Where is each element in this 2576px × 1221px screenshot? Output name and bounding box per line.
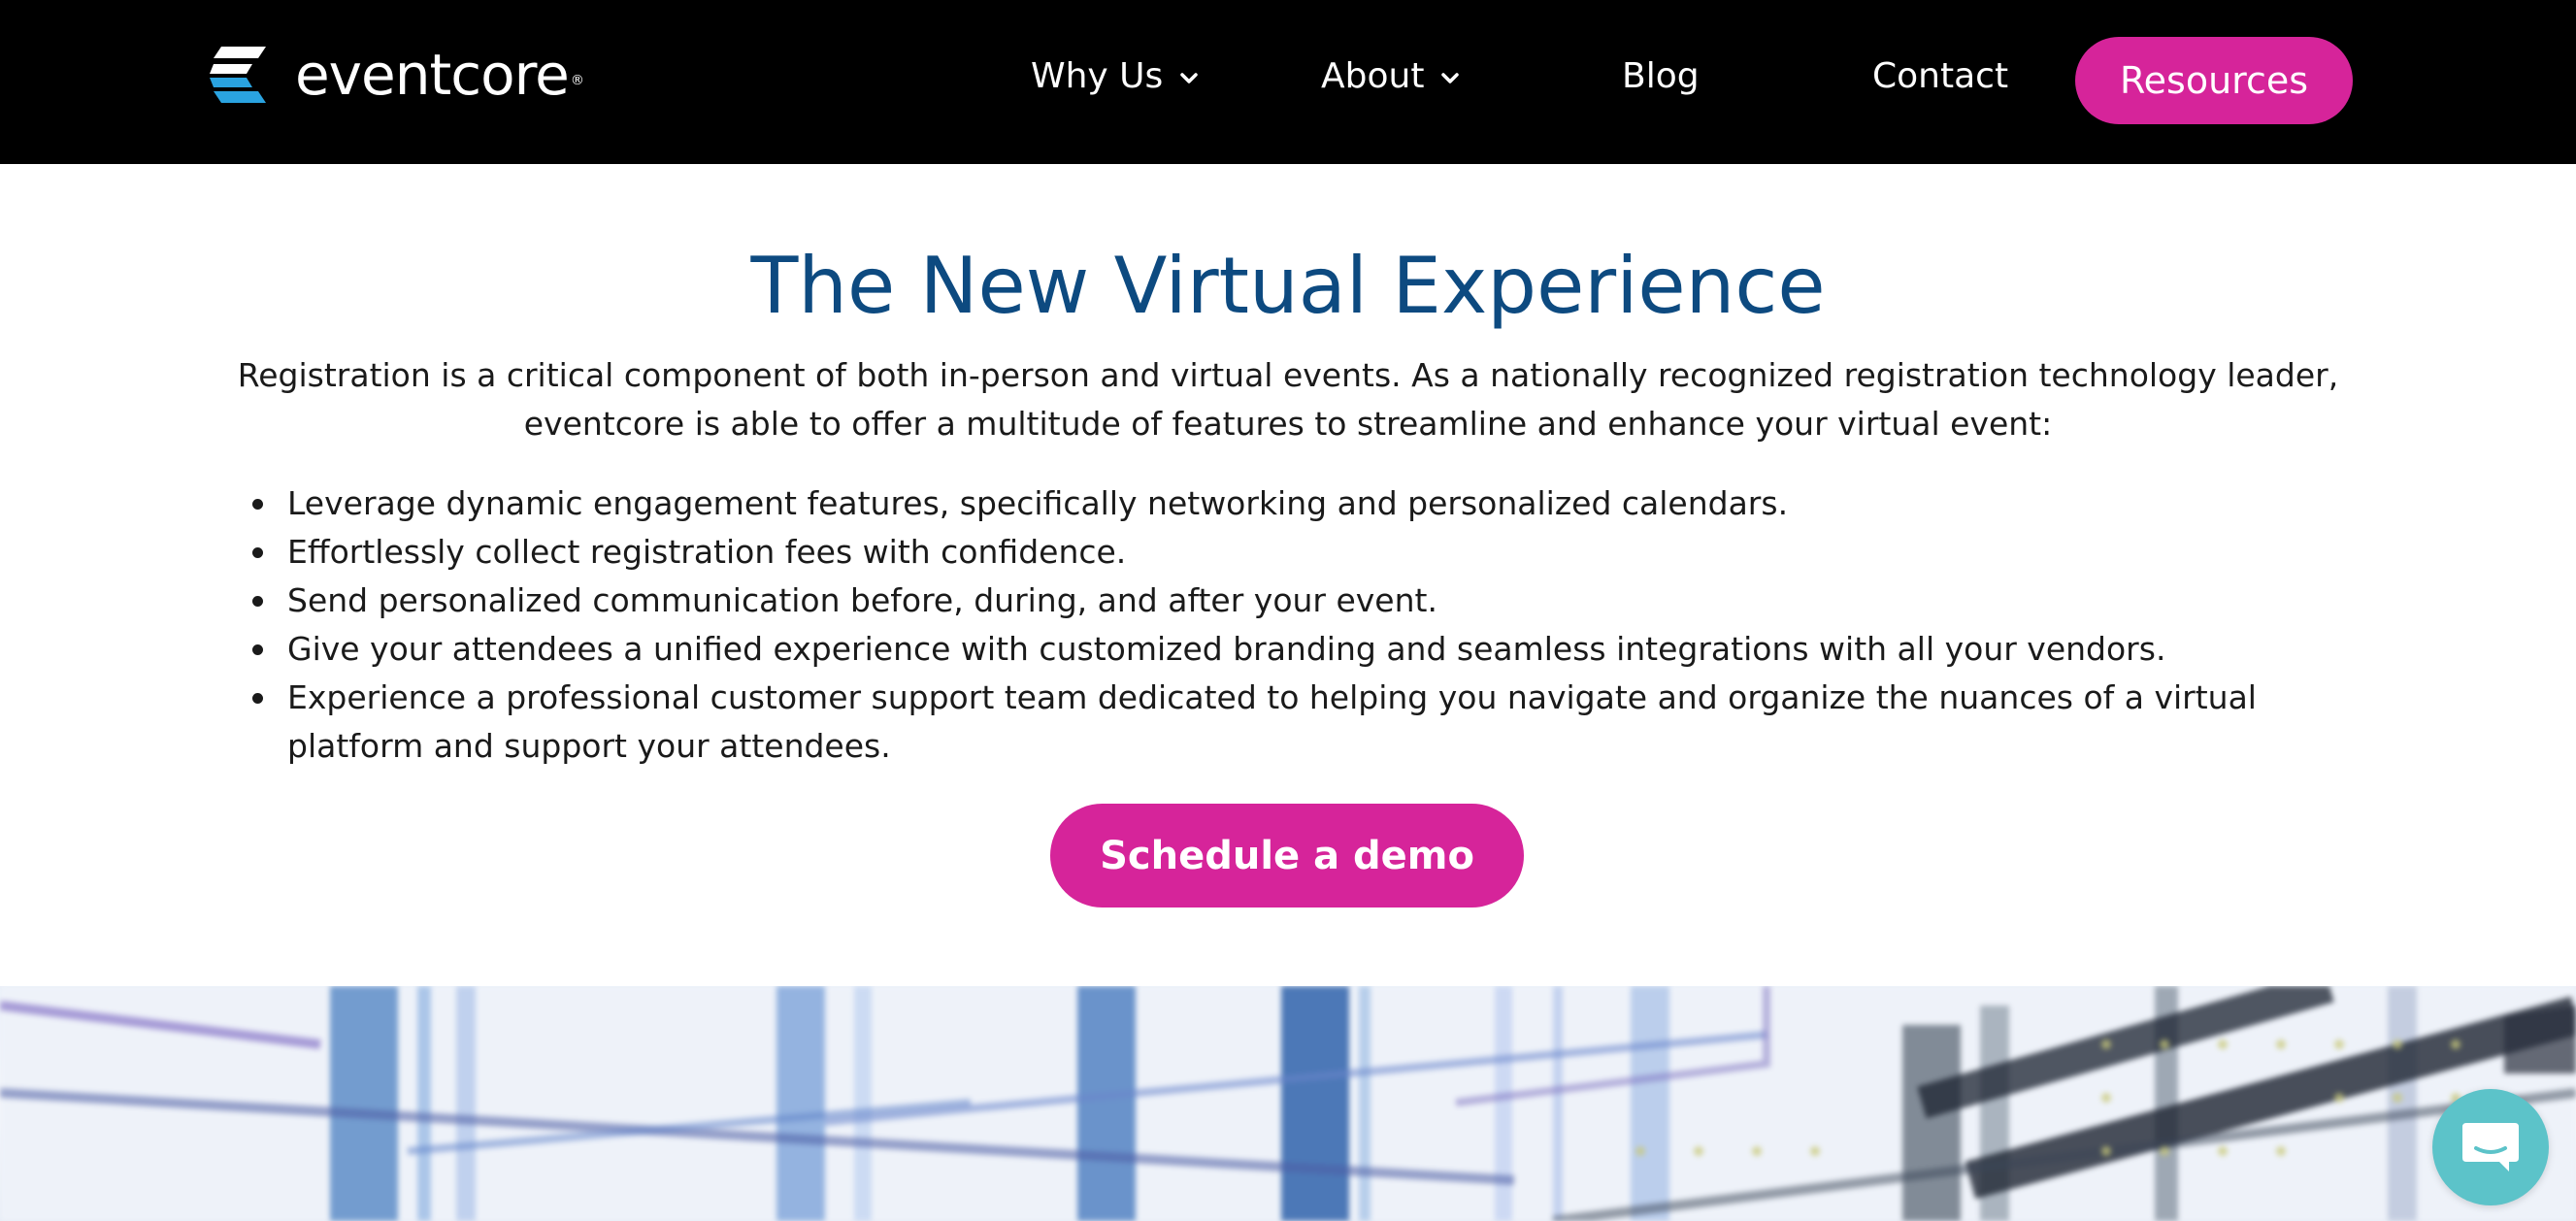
intro-paragraph: Registration is a critical component of … bbox=[237, 356, 2339, 443]
resources-button[interactable]: Resources bbox=[2075, 37, 2353, 124]
hero-image bbox=[0, 986, 2576, 1221]
feature-list: Leverage dynamic engagement features, sp… bbox=[252, 479, 2287, 771]
list-item: Effortlessly collect registration fees w… bbox=[252, 528, 2287, 577]
list-item: Experience a professional customer suppo… bbox=[252, 674, 2287, 771]
page-title: The New Virtual Experience bbox=[750, 241, 1826, 331]
chat-bubble-icon bbox=[2462, 1123, 2519, 1172]
site-header: eventcore ® Why Us About Blog Contact Re… bbox=[0, 0, 2576, 164]
chevron-down-icon bbox=[1441, 73, 1460, 83]
registered-mark: ® bbox=[570, 73, 584, 88]
nav-why-us[interactable]: Why Us bbox=[1031, 49, 1200, 103]
nav-contact[interactable]: Contact bbox=[1872, 49, 2008, 103]
nav-contact-label: Contact bbox=[1872, 55, 2009, 96]
logo[interactable]: eventcore ® bbox=[208, 39, 584, 111]
glass-building-image bbox=[0, 986, 2576, 1221]
eventcore-logo-icon bbox=[210, 47, 266, 103]
chevron-down-icon bbox=[1180, 73, 1199, 83]
nav-blog[interactable]: Blog bbox=[1622, 49, 1700, 103]
schedule-demo-button[interactable]: Schedule a demo bbox=[1050, 804, 1524, 908]
nav-why-us-label: Why Us bbox=[1031, 55, 1164, 96]
nav-about-label: About bbox=[1321, 55, 1425, 96]
list-item: Give your attendees a unified experience… bbox=[252, 625, 2287, 674]
logo-text: eventcore bbox=[295, 42, 570, 108]
chat-button[interactable] bbox=[2432, 1089, 2549, 1205]
list-item: Leverage dynamic engagement features, sp… bbox=[252, 479, 2287, 528]
nav-blog-label: Blog bbox=[1622, 55, 1700, 96]
nav-about[interactable]: About bbox=[1321, 49, 1461, 103]
list-item: Send personalized communication before, … bbox=[252, 577, 2287, 625]
